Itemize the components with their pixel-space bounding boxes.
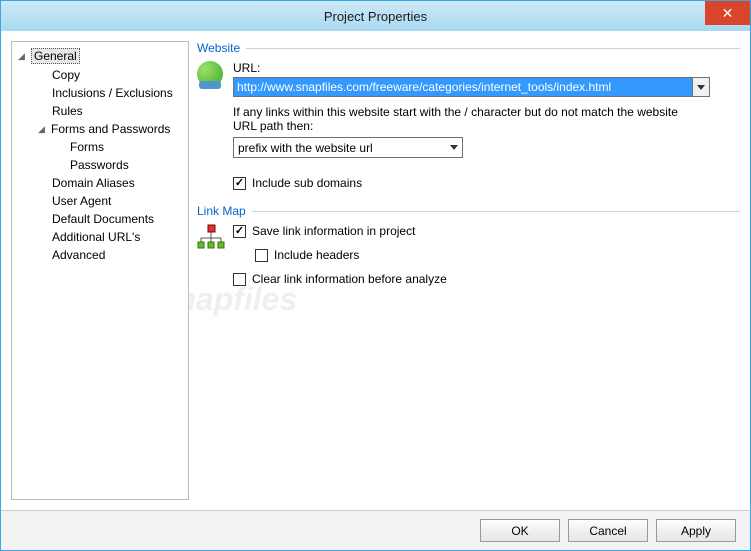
tree-item-additional-urls[interactable]: Additional URL's [14, 228, 186, 246]
tree-label: Inclusions / Exclusions [52, 86, 173, 100]
tree-label: Copy [52, 68, 80, 82]
chevron-down-icon [450, 145, 458, 150]
clear-before-analyze-checkbox[interactable] [233, 273, 246, 286]
prefix-note: If any links within this website start w… [233, 105, 703, 133]
tree-item-domain-aliases[interactable]: Domain Aliases [14, 174, 186, 192]
content-area: Snapfiles ◢ General Copy Inclusions / Ex… [1, 31, 750, 510]
url-input[interactable] [233, 77, 693, 97]
tree-label: Advanced [52, 248, 105, 262]
close-button[interactable]: ✕ [705, 1, 750, 25]
tree-label: Forms [70, 140, 104, 154]
window-title: Project Properties [324, 9, 427, 24]
tree-label: Additional URL's [52, 230, 140, 244]
dialog-window: Project Properties ✕ Snapfiles ◢ General… [0, 0, 751, 551]
save-link-info-label: Save link information in project [252, 224, 415, 238]
tree-label: Default Documents [52, 212, 154, 226]
settings-panel: Website URL: If any links within this we… [197, 41, 740, 500]
clear-before-analyze-label: Clear link information before analyze [252, 272, 447, 286]
tree-item-advanced[interactable]: Advanced [14, 246, 186, 264]
tree-label: Rules [52, 104, 83, 118]
titlebar: Project Properties ✕ [1, 1, 750, 31]
include-headers-checkbox[interactable] [255, 249, 268, 262]
sitemap-icon [197, 224, 225, 252]
globe-link-icon [197, 61, 225, 89]
tree-label: Forms and Passwords [51, 122, 170, 136]
ok-button[interactable]: OK [480, 519, 560, 542]
tree-item-forms[interactable]: Forms [14, 138, 186, 156]
website-fieldset: Website URL: If any links within this we… [197, 41, 740, 190]
nav-tree: ◢ General Copy Inclusions / Exclusions R… [11, 41, 189, 500]
include-subdomains-checkbox[interactable] [233, 177, 246, 190]
save-link-info-checkbox[interactable] [233, 225, 246, 238]
tree-item-passwords[interactable]: Passwords [14, 156, 186, 174]
include-headers-label: Include headers [274, 248, 359, 262]
tree-item-forms-passwords[interactable]: ◢ Forms and Passwords [14, 120, 186, 138]
tree-item-default-documents[interactable]: Default Documents [14, 210, 186, 228]
expander-icon[interactable]: ◢ [38, 124, 49, 135]
close-icon: ✕ [722, 5, 734, 22]
tree-label: General [31, 48, 80, 64]
expander-icon[interactable]: ◢ [18, 51, 29, 62]
prefix-select-value: prefix with the website url [238, 141, 373, 155]
linkmap-fieldset: Link Map [197, 204, 740, 286]
tree-label: Domain Aliases [52, 176, 135, 190]
tree-item-inclusions[interactable]: Inclusions / Exclusions [14, 84, 186, 102]
url-dropdown-arrow[interactable] [693, 77, 710, 97]
footer-bar: OK Cancel Apply [1, 510, 750, 550]
cancel-button[interactable]: Cancel [568, 519, 648, 542]
url-label: URL: [233, 61, 740, 75]
website-section-title: Website [197, 41, 740, 55]
include-subdomains-label: Include sub domains [252, 176, 362, 190]
tree-item-copy[interactable]: Copy [14, 66, 186, 84]
prefix-select[interactable]: prefix with the website url [233, 137, 463, 158]
apply-button[interactable]: Apply [656, 519, 736, 542]
tree-item-user-agent[interactable]: User Agent [14, 192, 186, 210]
tree-label: Passwords [70, 158, 129, 172]
tree-label: User Agent [52, 194, 111, 208]
tree-item-rules[interactable]: Rules [14, 102, 186, 120]
tree-item-general[interactable]: ◢ General [14, 46, 186, 66]
linkmap-section-title: Link Map [197, 204, 740, 218]
